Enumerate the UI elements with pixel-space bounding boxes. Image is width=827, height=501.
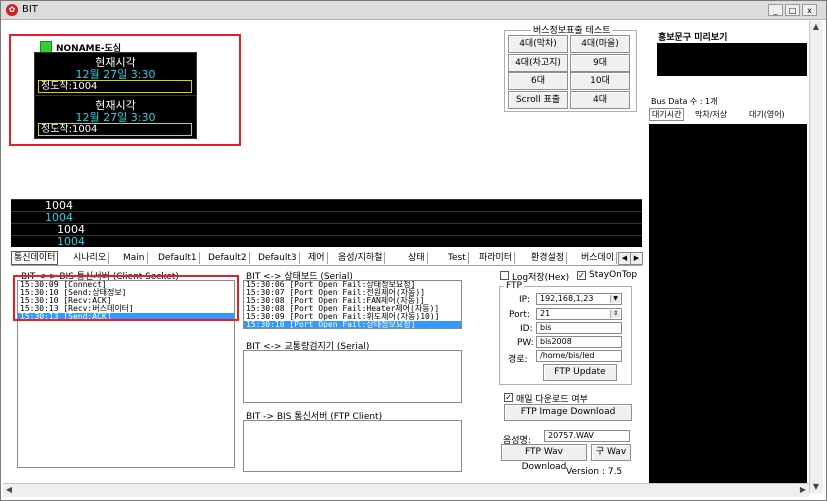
scroll-up-icon[interactable]: ▲	[810, 21, 822, 33]
tab-main[interactable]: Main	[121, 252, 148, 264]
promo-tab-last[interactable]: 막차/저상	[695, 109, 727, 120]
app-window: ✿ BIT _ □ x NONAME-도심 현재시각 12월 27일 3:30 …	[0, 0, 827, 501]
promo-tab-english[interactable]: 대기(영어)	[749, 109, 785, 120]
ftp-wav-download-button[interactable]: FTP Wav Download	[501, 444, 587, 472]
btn-4-village[interactable]: 4대(마을)	[570, 35, 630, 53]
log-row-selected[interactable]: 15:30:10 [Port Open Fail:상태정보요청]	[244, 321, 461, 328]
btn-4[interactable]: 4대	[570, 91, 630, 109]
ip-value: 192,168,1,23	[540, 294, 594, 303]
stay-on-top-label: StayOnTop	[589, 270, 638, 280]
led-row: 1004	[11, 235, 642, 247]
port-field[interactable]: 21 ⇕	[536, 308, 622, 320]
ip-field[interactable]: 192,168,1,23 ▼	[536, 293, 622, 305]
path-label: 경로:	[508, 355, 528, 365]
port-label: Port:	[509, 310, 530, 320]
tab-control[interactable]: 제어	[306, 252, 328, 264]
version-label: Version : 7.5	[566, 467, 623, 477]
log-save-checkbox[interactable]	[500, 271, 509, 280]
tab-default2[interactable]: Default2	[206, 252, 250, 264]
port-value: 21	[540, 309, 551, 318]
led-row-text: 1004	[45, 199, 73, 212]
traffic-sensor-log[interactable]	[243, 350, 462, 403]
vertical-scrollbar[interactable]: ▲ ▼	[809, 21, 823, 493]
ftp-client-log[interactable]	[243, 420, 462, 472]
btn-6[interactable]: 6대	[508, 72, 568, 90]
tab-scroll-right-icon[interactable]: ▶	[630, 252, 643, 265]
main-tab-bar: 통신데이터 시나리오 Main Default1 Default2 Defaul…	[11, 251, 643, 266]
btn-scroll-display[interactable]: Scroll 표출	[508, 91, 568, 109]
led-row: 1004	[11, 211, 642, 223]
btn-4-garage[interactable]: 4대(차고지)	[508, 54, 568, 72]
led-row-text: 1004	[57, 223, 85, 236]
id-label: ID:	[520, 324, 533, 334]
btn-4-last-bus[interactable]: 4대(막차)	[508, 35, 568, 53]
daily-download-checkbox[interactable]: ✓	[504, 393, 513, 402]
tab-sound-subway[interactable]: 음성/지하철	[336, 252, 386, 264]
led-preview-panel-1: 현재시각 12월 27일 3:30 정도착:1004	[34, 52, 197, 96]
led-row-text: 1004	[57, 235, 85, 248]
close-button[interactable]: x	[802, 4, 817, 16]
led-row-text: 1004	[45, 211, 73, 224]
bus-data-list[interactable]	[649, 124, 807, 486]
ftp-group-title: FTP	[504, 281, 524, 291]
btn-10[interactable]: 10대	[570, 72, 630, 90]
pw-field[interactable]: bis2008	[536, 336, 622, 348]
bus-data-count: Bus Data 수 : 1개	[651, 97, 718, 106]
tab-test[interactable]: Test	[446, 252, 469, 264]
tab-default1[interactable]: Default1	[156, 252, 200, 264]
tab-status[interactable]: 상태	[406, 252, 428, 264]
window-title: BIT	[22, 4, 38, 15]
tab-parameter[interactable]: 파라미터	[477, 252, 516, 264]
panel-line3: 정도착:1004	[38, 123, 192, 136]
tab-settings[interactable]: 환경설정	[529, 252, 568, 264]
scroll-left-icon[interactable]: ◀	[3, 484, 15, 496]
tab-bus-data[interactable]: 버스데이	[579, 252, 618, 264]
promo-title: 홍보문구 미리보기	[658, 33, 728, 43]
promo-tab-wait[interactable]: 대기시간	[649, 108, 685, 121]
title-bar[interactable]: ✿ BIT _ □ x	[1, 1, 826, 20]
path-field[interactable]: /home/bis/led	[536, 350, 622, 362]
led-row: 1004	[11, 199, 642, 211]
ftp-image-download-button[interactable]: FTP Image Download	[504, 404, 632, 421]
stay-on-top-checkbox[interactable]: ✓	[577, 271, 586, 280]
old-wav-button[interactable]: 구 Wav	[591, 444, 631, 461]
status-board-log[interactable]: 15:30:06 [Port Open Fail:상태정보요청] 15:30:0…	[243, 280, 462, 329]
ip-label: IP:	[519, 295, 531, 305]
spin-icon[interactable]: ⇕	[610, 310, 620, 318]
led-row: 1004	[11, 223, 642, 235]
pw-label: PW:	[517, 338, 534, 348]
maximize-button[interactable]: □	[785, 4, 800, 16]
minimize-button[interactable]: _	[768, 4, 783, 16]
promo-preview	[657, 43, 807, 76]
highlight-bis-log	[13, 275, 239, 321]
btn-9[interactable]: 9대	[570, 54, 630, 72]
ftp-update-button[interactable]: FTP Update	[543, 364, 617, 381]
tab-default3[interactable]: Default3	[256, 252, 300, 264]
panel-line3: 정도착:1004	[38, 80, 192, 93]
tab-scenario[interactable]: 시나리오	[71, 252, 110, 264]
id-field[interactable]: bis	[536, 322, 622, 334]
sound-file-field[interactable]: 20757.WAV	[544, 430, 630, 442]
led-preview-panel-2: 현재시각 12월 27일 3:30 정도착:1004	[34, 95, 197, 139]
chevron-down-icon[interactable]: ▼	[610, 295, 620, 303]
app-logo-icon: ✿	[6, 4, 18, 16]
horizontal-scrollbar[interactable]: ◀ ▶	[3, 483, 809, 497]
scroll-right-icon[interactable]: ▶	[797, 484, 809, 496]
scroll-down-icon[interactable]: ▼	[810, 481, 822, 493]
tab-comm-data[interactable]: 통신데이터	[11, 251, 59, 265]
